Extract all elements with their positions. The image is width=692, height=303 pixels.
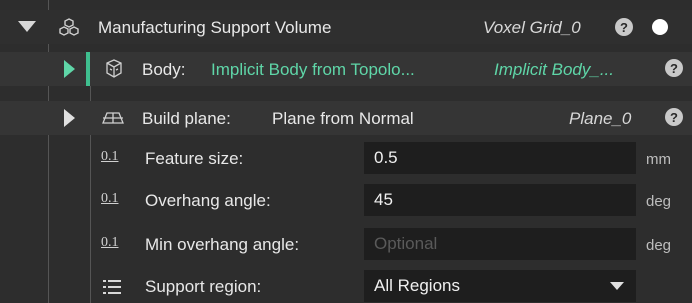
expand-arrow-icon[interactable] xyxy=(64,60,75,78)
feature-size-unit: mm xyxy=(646,151,671,168)
body-type: Implicit Body_... xyxy=(494,60,614,79)
overhang-angle-label: Overhang angle: xyxy=(145,191,271,210)
collapse-arrow-icon[interactable] xyxy=(18,21,36,32)
support-region-row: Support region: All Regions xyxy=(0,269,692,303)
feature-size-value: 0.5 xyxy=(374,148,398,167)
support-region-label: Support region: xyxy=(145,277,262,296)
feature-size-row: 0.1 Feature size: 0.5 mm xyxy=(0,141,692,175)
support-region-value: All Regions xyxy=(374,276,460,295)
chevron-down-icon xyxy=(610,282,624,290)
overhang-angle-value: 45 xyxy=(374,190,393,209)
body-value[interactable]: Implicit Body from Topolo... xyxy=(211,60,415,80)
node-header-row[interactable]: Manufacturing Support Volume Voxel Grid_… xyxy=(0,10,692,44)
plane-icon xyxy=(102,109,124,132)
build-plane-type: Plane_0 xyxy=(569,109,632,128)
help-icon[interactable]: ? xyxy=(615,18,633,36)
expand-arrow-icon[interactable] xyxy=(64,109,75,127)
list-icon xyxy=(103,279,121,299)
min-overhang-angle-unit: deg xyxy=(646,237,672,254)
min-overhang-angle-input[interactable]: Optional xyxy=(364,228,636,260)
build-plane-input-row[interactable]: Build plane: Plane from Normal Plane_0 ? xyxy=(0,101,692,135)
support-region-dropdown[interactable]: All Regions xyxy=(364,270,636,302)
min-overhang-angle-label: Min overhang angle: xyxy=(145,235,300,254)
build-plane-value[interactable]: Plane from Normal xyxy=(272,109,414,129)
overhang-angle-row: 0.1 Overhang angle: 45 deg xyxy=(0,183,692,217)
selection-highlight-bar xyxy=(86,52,90,86)
float-type-icon: 0.1 xyxy=(101,191,119,206)
node-title: Manufacturing Support Volume xyxy=(98,18,332,37)
properties-panel: Manufacturing Support Volume Voxel Grid_… xyxy=(0,0,692,303)
body-icon xyxy=(103,58,125,85)
feature-size-input[interactable]: 0.5 xyxy=(364,142,636,174)
float-type-icon: 0.1 xyxy=(101,235,119,250)
cubes-icon xyxy=(58,17,80,44)
overhang-angle-input[interactable]: 45 xyxy=(364,184,636,216)
min-overhang-angle-row: 0.1 Min overhang angle: Optional deg xyxy=(0,227,692,261)
help-icon[interactable]: ? xyxy=(665,108,683,126)
node-type: Voxel Grid_0 xyxy=(483,18,581,37)
float-type-icon: 0.1 xyxy=(101,149,119,164)
body-input-row[interactable]: Body: Implicit Body from Topolo... Impli… xyxy=(0,52,692,86)
feature-size-label: Feature size: xyxy=(145,149,244,168)
body-label: Body: xyxy=(142,60,186,79)
build-plane-label: Build plane: xyxy=(142,109,231,128)
help-icon[interactable]: ? xyxy=(665,59,683,77)
min-overhang-angle-placeholder: Optional xyxy=(374,234,438,253)
status-dot-icon[interactable] xyxy=(652,19,668,35)
overhang-angle-unit: deg xyxy=(646,193,672,210)
